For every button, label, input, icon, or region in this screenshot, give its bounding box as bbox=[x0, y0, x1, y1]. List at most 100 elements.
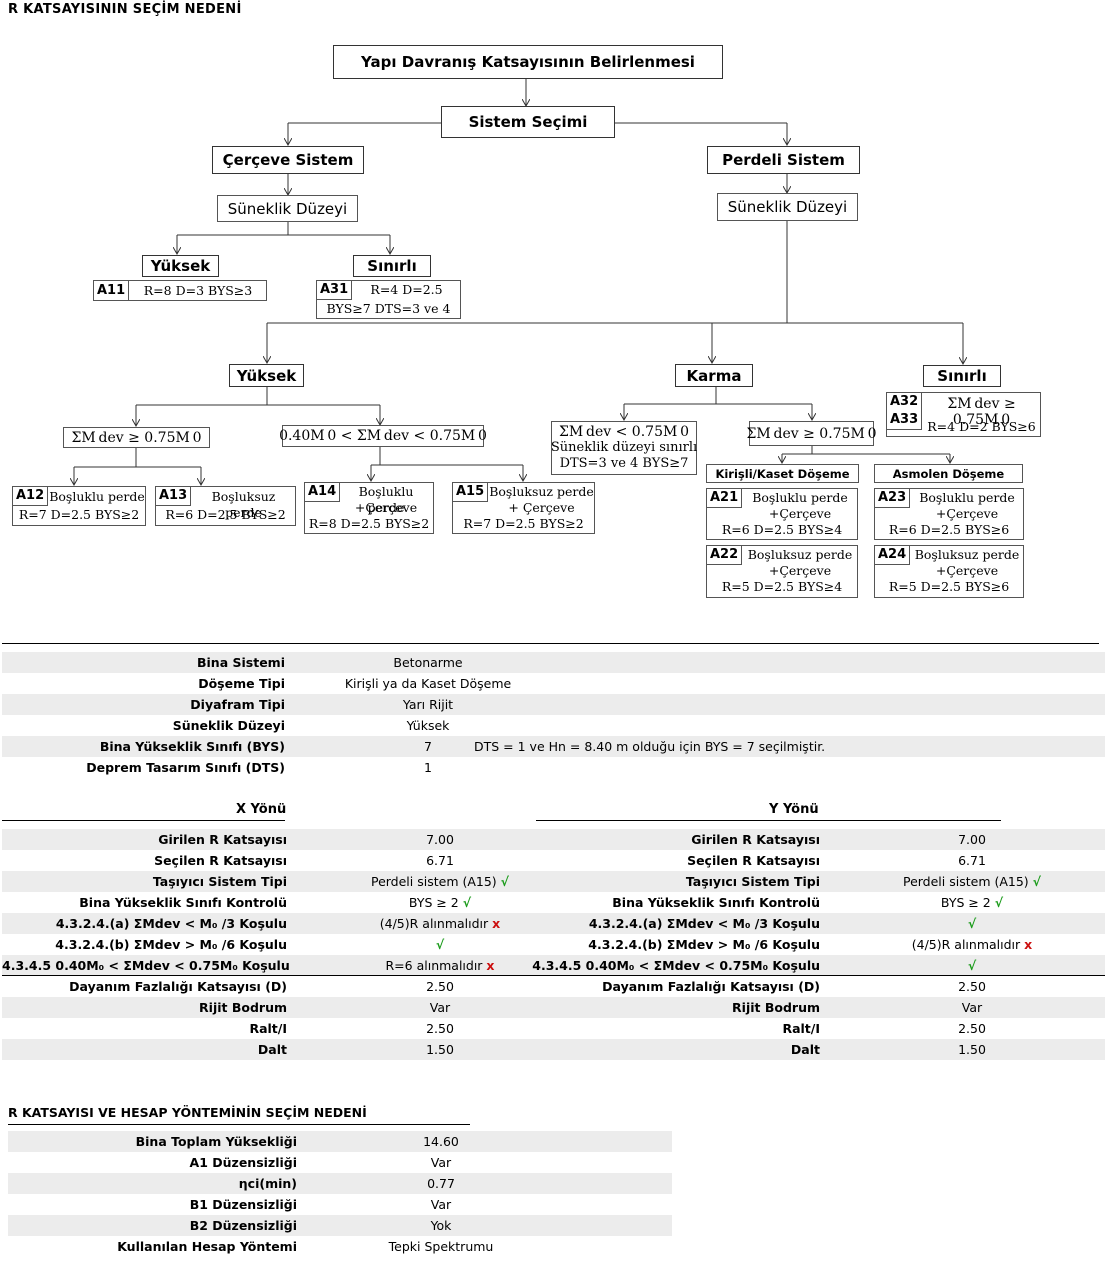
y-row-label: Bina Yükseklik Sınıfı Kontrolü bbox=[612, 895, 820, 910]
x-value: 2.50 bbox=[340, 1018, 540, 1039]
y-value-text: 2.50 bbox=[958, 1021, 986, 1036]
a15-line3: R=7 D=2.5 BYS≥2 bbox=[463, 516, 584, 531]
a21-box: A21 Boşluklu perde +Çerçeve R=6 D=2.5 BY… bbox=[706, 488, 858, 540]
row-value: Yok bbox=[430, 1218, 452, 1233]
a12-code: A12 bbox=[13, 487, 49, 506]
row-label: Döşeme Tipi bbox=[198, 676, 285, 691]
section2-underline bbox=[8, 1124, 470, 1125]
y-row-label: Dayanım Fazlalığı Katsayısı (D) bbox=[602, 979, 820, 994]
row-label: Süneklik Düzeyi bbox=[172, 718, 285, 733]
building-row: Süneklik Düzeyi Yüksek bbox=[2, 715, 1105, 736]
a31-code: A31 bbox=[317, 281, 353, 300]
direction-row: Dayanım Fazlalığı Katsayısı (D) Dayanım F… bbox=[2, 976, 1105, 997]
cross-icon: x bbox=[1024, 937, 1033, 952]
check-icon: √ bbox=[435, 937, 445, 952]
y-value-text: 1.50 bbox=[958, 1042, 986, 1057]
a12-line1: Boşluklu perde bbox=[49, 489, 145, 504]
a14-line2: +Çerçeve bbox=[354, 500, 418, 515]
y-row-label: Dalt bbox=[790, 1042, 820, 1057]
row-label: Bina Sistemi bbox=[197, 655, 285, 670]
row-label: Diyafram Tipi bbox=[190, 697, 285, 712]
section2-row: B1 Düzensizliği Var bbox=[8, 1194, 672, 1215]
x-value: Perdeli sistem (A15) √ bbox=[340, 871, 540, 892]
frame-ductility-box: Süneklik Düzeyi bbox=[217, 195, 358, 222]
a14-code: A14 bbox=[305, 483, 341, 502]
y-row-label: 4.3.4.5 0.40M₀ < ΣMdev < 0.75M₀ Koşulu bbox=[532, 958, 820, 973]
frame-limited-box: Sınırlı bbox=[353, 255, 431, 277]
a14-line3: R=8 D=2.5 BYS≥2 bbox=[308, 516, 430, 531]
x-value: BYS ≥ 2 √ bbox=[340, 892, 540, 913]
a15-line1: Boşluksuz perde bbox=[489, 484, 594, 499]
y-direction-header: Y Yönü bbox=[769, 802, 819, 817]
a13-line2: R=6 D=2.5 BYS≥2 bbox=[165, 507, 286, 522]
row-label: B2 Düzensizliği bbox=[189, 1218, 297, 1233]
check-icon: √ bbox=[994, 895, 1004, 910]
y-value-text: Var bbox=[961, 1000, 983, 1015]
asmolen-header: Asmolen Döşeme bbox=[874, 464, 1023, 483]
a13-code: A13 bbox=[156, 487, 192, 506]
a12-box: A12 Boşluklu perde R=7 D=2.5 BYS≥2 bbox=[12, 486, 146, 526]
building-row: Döşeme Tipi Kirişli ya da Kaset Döşeme bbox=[2, 673, 1105, 694]
x-value-text: BYS ≥ 2 bbox=[408, 895, 463, 910]
x-value-text: R=6 alınmalıdır bbox=[385, 958, 487, 973]
check-icon: √ bbox=[500, 874, 509, 889]
row-note: DTS = 1 ve Hn = 8.40 m olduğu için BYS =… bbox=[474, 739, 826, 754]
x-value-text: Var bbox=[429, 1000, 451, 1015]
a21-line2: +Çerçeve bbox=[768, 506, 832, 521]
cross-icon: x bbox=[492, 916, 501, 931]
direction-row: Dalt Dalt 1.50 1.50 bbox=[2, 1039, 1105, 1060]
a12-line2: R=7 D=2.5 BYS≥2 bbox=[18, 507, 140, 522]
check-icon: √ bbox=[1032, 874, 1041, 889]
a15-box: A15 Boşluksuz perde + Çerçeve R=7 D=2.5 … bbox=[452, 482, 595, 534]
x-value: Var bbox=[340, 997, 540, 1018]
row-value: 0.77 bbox=[427, 1176, 455, 1191]
y-value: 1.50 bbox=[872, 1039, 1072, 1060]
check-icon: √ bbox=[967, 916, 977, 931]
a24-box: A24 Boşluksuz perde +Çerçeve R=5 D=2.5 B… bbox=[874, 545, 1024, 598]
x-value: 2.50 bbox=[340, 976, 540, 997]
row-label: ηci(min) bbox=[238, 1176, 297, 1191]
a22-code: A22 bbox=[707, 546, 743, 565]
a22-line1: Boşluksuz perde bbox=[747, 547, 853, 562]
check-icon: √ bbox=[462, 895, 472, 910]
x-value: (4/5)R alınmalıdır x bbox=[340, 913, 540, 934]
row-value: Tepki Spektrumu bbox=[388, 1239, 494, 1254]
a23-line1: Boşluklu perde bbox=[919, 490, 1015, 505]
cond-lt-line2: Süneklik düzeyi sınırlı bbox=[550, 440, 698, 455]
row-value: Var bbox=[430, 1155, 452, 1170]
a24-line2: +Çerçeve bbox=[935, 563, 999, 578]
y-row-label: Girilen R Katsayısı bbox=[691, 832, 820, 847]
section2-row: ηci(min) 0.77 bbox=[8, 1173, 672, 1194]
y-value: Perdeli sistem (A15) √ bbox=[872, 871, 1072, 892]
section2-row: Bina Toplam Yüksekliği 14.60 bbox=[8, 1131, 672, 1152]
direction-row: Girilen R Katsayısı Girilen R Katsayısı 7.… bbox=[2, 829, 1105, 850]
y-value: √ bbox=[872, 955, 1072, 976]
x-value-text: 7.00 bbox=[426, 832, 454, 847]
row-label: Bina Yükseklik Sınıfı (BYS) bbox=[99, 739, 285, 754]
section2-row: A1 Düzensizliği Var bbox=[8, 1152, 672, 1173]
x-row-label: Ralt/I bbox=[249, 1021, 287, 1036]
divider-mid bbox=[2, 975, 1105, 976]
x-row-label: Dayanım Fazlalığı Katsayısı (D) bbox=[69, 979, 287, 994]
wall-system-box: Perdeli Sistem bbox=[707, 146, 860, 174]
cond-mid-text: 0.40M 0 < ΣM dev < 0.75M 0 bbox=[279, 428, 487, 444]
cross-icon: x bbox=[486, 958, 495, 973]
x-row-label: Bina Yükseklik Sınıfı Kontrolü bbox=[79, 895, 287, 910]
row-value: Yarı Rijit bbox=[402, 697, 454, 712]
a11-text: R=8 D=3 BYS≥3 bbox=[143, 283, 253, 298]
cond-ge-mixed-text: ΣM dev ≥ 0.75M 0 bbox=[746, 425, 877, 442]
y-value: (4/5)R alınmalıdır x bbox=[872, 934, 1072, 955]
check-icon: √ bbox=[967, 958, 977, 973]
x-value: √ bbox=[340, 934, 540, 955]
direction-row: 4.3.2.4.(b) ΣMdev > M₀ /6 Koşulu 4.3.2.4.… bbox=[2, 934, 1105, 955]
x-value: R=6 alınmalıdır x bbox=[340, 955, 540, 976]
r-selection-flowchart: Yapı Davranış Katsayısının Belirlenmesi … bbox=[0, 0, 1108, 610]
a33-code: A33 bbox=[887, 411, 923, 430]
y-value: 7.00 bbox=[872, 829, 1072, 850]
x-row-label: 4.3.2.4.(b) ΣMdev > M₀ /6 Koşulu bbox=[55, 937, 287, 952]
direction-row: Seçilen R Katsayısı Seçilen R Katsayısı 6.… bbox=[2, 850, 1105, 871]
a14-box: A14 Boşluklu perde +Çerçeve R=8 D=2.5 BY… bbox=[304, 482, 434, 534]
a24-code: A24 bbox=[875, 546, 911, 565]
frame-high-box: Yüksek bbox=[142, 255, 219, 277]
a11-code: A11 bbox=[94, 281, 130, 301]
